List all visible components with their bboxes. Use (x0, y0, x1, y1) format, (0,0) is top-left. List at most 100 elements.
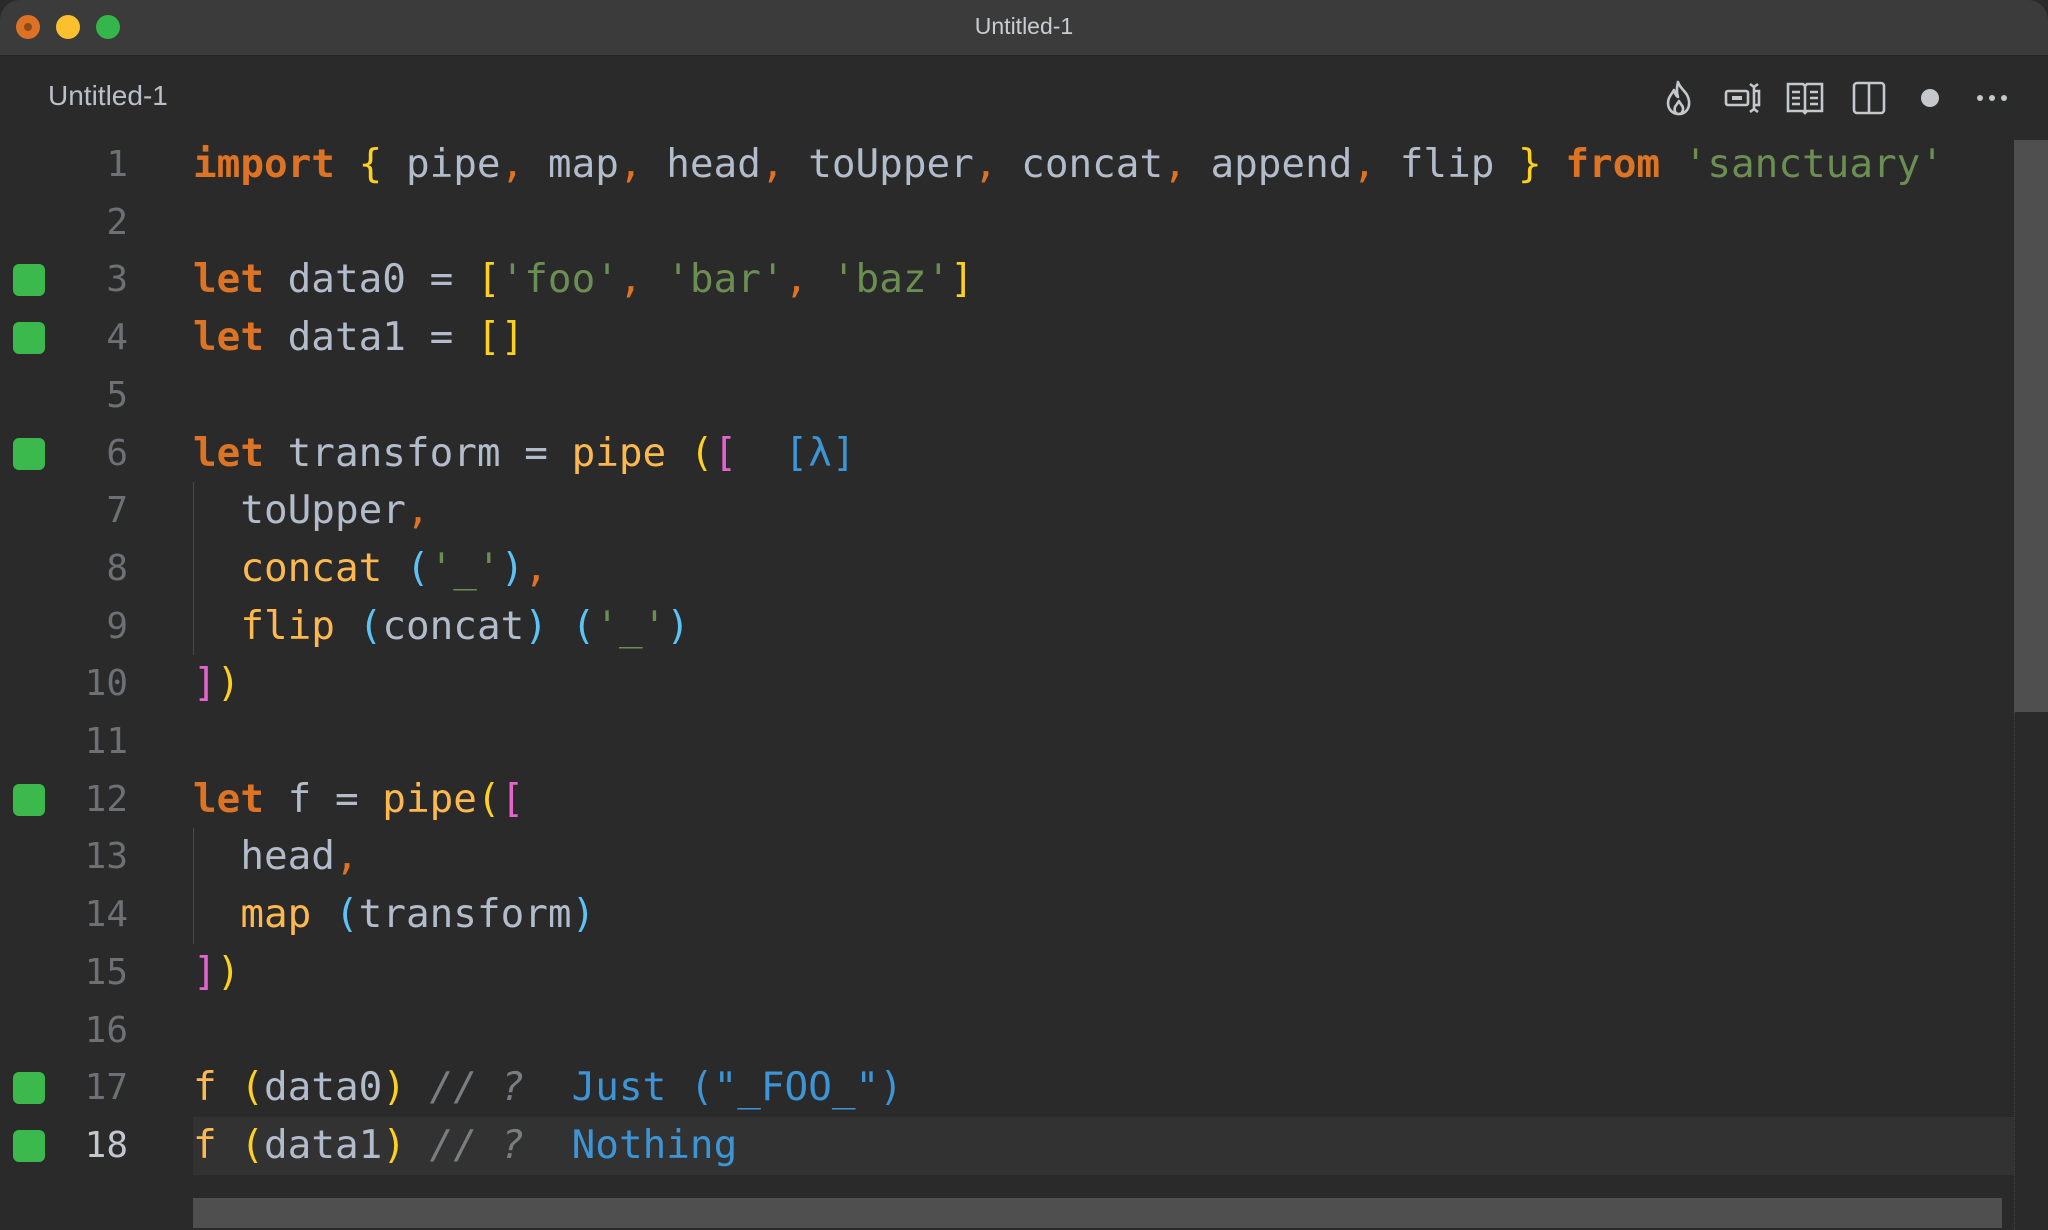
identifier (193, 604, 240, 649)
line-number: 2 (106, 201, 128, 243)
tab-untitled-1[interactable]: Untitled-1 (48, 80, 168, 112)
code-line[interactable]: 6 let transform = pipe ([ [λ] (0, 425, 2014, 483)
split-editor-button[interactable] (1849, 78, 1889, 118)
bracket: [ (476, 257, 501, 303)
identifier: data0 = (263, 257, 477, 303)
code-line[interactable]: 7 toUpper, (0, 482, 2014, 540)
punctuation: , (618, 257, 643, 303)
bracket: ( (571, 603, 596, 649)
string-literal: 'sanctuary' (1683, 142, 1944, 187)
code-line[interactable]: 16 (0, 1002, 2014, 1060)
function-name: concat (240, 545, 383, 591)
punctuation: , (973, 142, 998, 187)
identifier (311, 892, 335, 937)
code-line[interactable]: 13 head, (0, 828, 2014, 886)
identifier (1660, 142, 1684, 187)
line-number: 7 (106, 490, 128, 532)
line-content: let f = pipe([ (193, 771, 524, 829)
bracket: ) (216, 661, 241, 707)
string-literal: '_' (429, 545, 501, 591)
code-line[interactable]: 18 f (data1) // ? Nothing (0, 1116, 2014, 1175)
code-line[interactable]: 15]) (0, 944, 2014, 1002)
horizontal-scrollbar[interactable] (193, 1198, 2002, 1228)
vertical-scrollbar[interactable] (2014, 140, 2048, 712)
line-content: ]) (193, 944, 240, 1002)
bracket: [ (713, 430, 738, 476)
code-line[interactable]: 10]) (0, 655, 2014, 713)
code-line[interactable]: 8 concat ('_'), (0, 540, 2014, 598)
identifier (406, 1065, 430, 1110)
bracket: ( (240, 1065, 265, 1111)
line-number: 6 (106, 432, 128, 474)
bracket: ) (216, 949, 241, 995)
identifier: head (642, 142, 761, 187)
code-line[interactable]: 9 flip (concat) ('_') (0, 598, 2014, 656)
open-preview-button[interactable] (1785, 78, 1825, 118)
string-literal: 'foo' (500, 257, 619, 303)
more-actions-button[interactable] (1972, 78, 2012, 118)
line-content: f (data1) // ? Nothing (193, 1117, 737, 1175)
punctuation: , (524, 545, 548, 591)
bracket: ] (193, 661, 217, 707)
unsaved-indicator[interactable] (1910, 78, 1950, 118)
code-line[interactable]: 3 let data0 = ['foo', 'bar', 'baz'] (0, 251, 2014, 309)
code-line[interactable]: 14 map (transform) (0, 886, 2014, 944)
line-content: let transform = pipe ([ [λ] (193, 425, 856, 483)
punctuation: , (334, 834, 359, 880)
function-name: f (193, 1122, 217, 1168)
line-number: 17 (84, 1067, 128, 1109)
bracket: ) (500, 545, 525, 591)
code-line[interactable]: 11 (0, 713, 2014, 771)
bracket: ) (524, 603, 548, 649)
identifier: data0 (264, 1065, 383, 1111)
flame-icon (1666, 80, 1691, 116)
keyword: from (1565, 142, 1661, 187)
identifier: concat (382, 603, 525, 649)
identifier (643, 257, 667, 302)
open-preview-icon (1786, 82, 1824, 115)
title-bar: Untitled-1 (0, 0, 2048, 56)
identifier (193, 546, 240, 591)
inline-result: Just ("_FOO_") (571, 1065, 903, 1111)
inline-value-icon (1724, 82, 1761, 114)
identifier: pipe (382, 142, 501, 187)
line-number: 10 (84, 663, 128, 705)
line-content: concat ('_'), (193, 540, 548, 598)
code-line[interactable]: 1 import { pipe, map, head, toUpper, conc… (0, 136, 2014, 194)
line-number: 13 (84, 836, 128, 878)
bracket: ) (382, 1122, 406, 1168)
bracket: [ (500, 776, 525, 822)
code-line[interactable]: 5 (0, 367, 2014, 425)
line-number: 9 (106, 605, 128, 647)
identifier: append (1186, 142, 1353, 187)
identifier (406, 1123, 430, 1168)
function-name: f (193, 1065, 217, 1111)
line-content: let data1 = [] (193, 309, 524, 367)
quokka-button[interactable] (1659, 78, 1699, 118)
bracket: ( (476, 776, 501, 822)
editor-tab-bar: Untitled-1 (0, 56, 2048, 140)
identifier: data1 (264, 1122, 383, 1168)
punctuation: , (500, 142, 525, 187)
bracket: ( (405, 545, 430, 591)
code-editor[interactable]: 1 import { pipe, map, head, toUpper, conc… (0, 136, 2048, 1230)
toggle-inline-values-button[interactable] (1723, 78, 1763, 118)
lambda-hint: [λ] (784, 430, 856, 476)
function-name: flip (240, 603, 335, 649)
line-content: f (data0) // ? Just ("_FOO_") (193, 1059, 903, 1117)
punctuation: , (405, 488, 430, 534)
code-line[interactable]: 2 (0, 194, 2014, 252)
punctuation: , (618, 142, 643, 187)
line-content: flip (concat) ('_') (193, 598, 690, 656)
bracket: ) (382, 1065, 406, 1111)
code-line[interactable]: 17 f (data0) // ? Just ("_FOO_") (0, 1059, 2014, 1117)
identifier (808, 257, 832, 302)
punctuation: , (1163, 142, 1187, 187)
bracket: ) (666, 603, 690, 649)
code-line[interactable]: 12 let f = pipe([ (0, 771, 2014, 829)
identifier (382, 546, 406, 591)
window-title: Untitled-1 (974, 13, 1074, 39)
keyword: let (193, 430, 264, 476)
code-line[interactable]: 4 let data1 = [] (0, 309, 2014, 367)
function-name: pipe (571, 430, 667, 476)
